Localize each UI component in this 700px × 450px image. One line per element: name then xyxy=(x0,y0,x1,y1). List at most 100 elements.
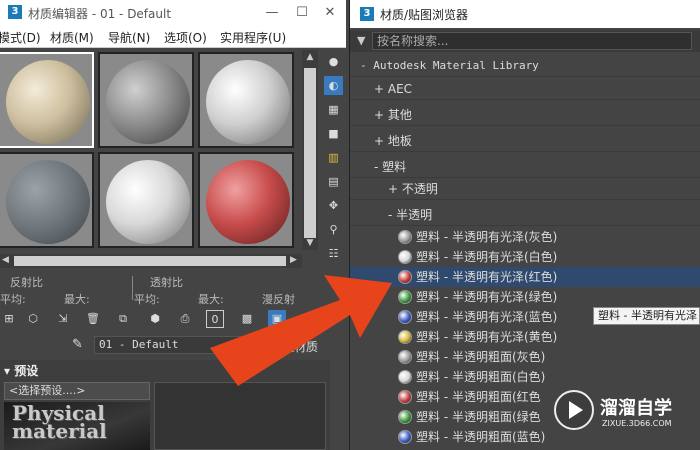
material-slot[interactable] xyxy=(0,152,94,248)
group-other[interactable]: + 其他 xyxy=(350,104,700,126)
assign-to-selection-icon[interactable]: ⇲ xyxy=(54,310,72,328)
material-id-channel-icon[interactable]: ⎙ xyxy=(176,310,194,328)
get-material-icon[interactable]: ⊞ xyxy=(0,310,18,328)
minimize-icon[interactable]: — xyxy=(260,3,284,23)
watermark-logo-icon xyxy=(554,390,594,430)
scroll-right-icon[interactable]: ▶ xyxy=(290,255,297,265)
material-sphere-icon xyxy=(398,390,412,404)
menu-mode[interactable]: 模式(D) xyxy=(0,29,41,46)
material-id-button[interactable]: 0 xyxy=(206,310,224,328)
close-icon[interactable]: ✕ xyxy=(318,3,342,23)
material-item[interactable]: 塑料 - 半透明有光泽(黄色) xyxy=(350,327,700,347)
reflect-transmit-params: 反射比 透射比 平均: 最大: 平均: 最大: 漫反射 xyxy=(0,272,346,306)
group-floor[interactable]: + 地板 xyxy=(350,130,700,152)
material-item-label: 塑料 - 半透明粗面(红色 xyxy=(416,390,541,404)
material-item[interactable]: 塑料 - 半透明有光泽(绿色) xyxy=(350,287,700,307)
background-pattern-icon[interactable]: ▦ xyxy=(324,100,343,119)
select-by-material-icon[interactable]: ⚲ xyxy=(324,220,343,239)
material-item[interactable]: 塑料 - 半透明有光泽(灰色) xyxy=(350,227,700,247)
material-slot[interactable] xyxy=(0,52,94,148)
thumbnail-logo: Physical material xyxy=(12,402,107,443)
show-shaded-map-icon[interactable]: ▩ xyxy=(238,310,256,328)
transmit-label: 透射比 xyxy=(150,276,183,289)
material-item-label: 塑料 - 半透明粗面(绿色 xyxy=(416,410,541,424)
group-label: + AEC xyxy=(374,82,413,96)
reflect-label: 反射比 xyxy=(10,276,43,289)
material-slots xyxy=(0,50,300,250)
browser-search-row: ▼ 按名称搜索... xyxy=(350,30,700,52)
material-item-label: 塑料 - 半透明有光泽(蓝色) xyxy=(416,310,558,324)
material-slot[interactable] xyxy=(98,152,194,248)
material-editor-window: 3 材质编辑器 - 01 - Default — ☐ ✕ 模式(D) 材质(M)… xyxy=(0,0,346,450)
material-sphere-icon xyxy=(398,250,412,264)
watermark-text: 溜溜自学 xyxy=(600,398,672,419)
slots-vertical-scrollbar[interactable]: ▲ ▼ xyxy=(302,50,318,250)
menu-navigation[interactable]: 导航(N) xyxy=(108,29,150,46)
watermark: 溜溜自学 ZIXUE.3D66.COM xyxy=(540,382,700,444)
subgroup-label: - 半透明 xyxy=(388,208,433,222)
material-item-label: 塑料 - 半透明粗面(白色) xyxy=(416,370,546,384)
material-item[interactable]: 塑料 - 半透明有光泽(红色) xyxy=(350,267,700,287)
slots-horizontal-scrollbar[interactable]: ◀ ▶ xyxy=(0,254,302,268)
material-item[interactable]: 塑料 - 半透明粗面(灰色) xyxy=(350,347,700,367)
scroll-left-icon[interactable]: ◀ xyxy=(2,255,9,265)
library-label: - Autodesk Material Library xyxy=(360,59,539,72)
browser-options-icon[interactable]: ▼ xyxy=(357,34,365,47)
presets-header[interactable]: ▾ 预设 xyxy=(4,362,38,379)
watermark-url: ZIXUE.3D66.COM xyxy=(602,419,672,428)
sphere-preview xyxy=(206,160,290,244)
subgroup-label: + 不透明 xyxy=(388,182,438,196)
presets-title: 预设 xyxy=(14,364,39,378)
material-sphere-icon xyxy=(398,410,412,424)
side-toolbar: ● ◐ ▦ ■ ▥ ▤ ✥ ⚲ ☷ xyxy=(321,50,346,270)
material-sphere-icon xyxy=(398,430,412,444)
browser-title: 材质/贴图浏览器 xyxy=(380,8,469,22)
item-tooltip: 塑料 - 半透明有光泽 xyxy=(593,307,700,325)
group-aec[interactable]: + AEC xyxy=(350,78,700,100)
menu-options[interactable]: 选项(O) xyxy=(164,29,207,46)
material-item-label: 塑料 - 半透明有光泽(白色) xyxy=(416,250,558,264)
material-slot[interactable] xyxy=(98,52,194,148)
sphere-preview xyxy=(6,60,90,144)
preset-dropdown[interactable]: <选择预设....> xyxy=(4,382,150,400)
scroll-down-icon[interactable]: ▼ xyxy=(304,238,316,250)
maximize-icon[interactable]: ☐ xyxy=(290,3,314,23)
material-slot[interactable] xyxy=(198,52,294,148)
reset-map-icon[interactable]: 🗑 xyxy=(84,310,102,328)
library-autodesk[interactable]: - Autodesk Material Library xyxy=(350,55,700,77)
material-map-navigator-icon[interactable]: ☷ xyxy=(324,244,343,263)
editor-title: 材质编辑器 - 01 - Default xyxy=(28,7,172,21)
scroll-thumb[interactable] xyxy=(304,68,316,238)
transmit-avg-label: 平均: xyxy=(134,293,160,306)
material-slot[interactable] xyxy=(198,152,294,248)
material-type-button[interactable]: 理材质 xyxy=(282,338,318,355)
search-input[interactable]: 按名称搜索... xyxy=(372,32,692,50)
show-end-result-icon[interactable]: ▣ xyxy=(268,310,286,328)
group-plastic[interactable]: - 塑料 xyxy=(350,156,700,178)
scroll-thumb[interactable] xyxy=(14,256,286,266)
subgroup-opaque[interactable]: + 不透明 xyxy=(350,178,700,200)
color-check-icon[interactable]: ▥ xyxy=(324,148,343,167)
params-divider xyxy=(132,276,133,300)
uv-tiling-icon[interactable]: ■ xyxy=(324,124,343,143)
put-to-library-icon[interactable]: ⬢ xyxy=(146,310,164,328)
menu-utilities[interactable]: 实用程序(U) xyxy=(220,29,286,46)
make-preview-icon[interactable]: ▤ xyxy=(324,172,343,191)
subgroup-translucent[interactable]: - 半透明 xyxy=(350,204,700,226)
scroll-up-icon[interactable]: ▲ xyxy=(304,52,316,64)
options-icon[interactable]: ✥ xyxy=(324,196,343,215)
preset-list[interactable] xyxy=(154,382,326,450)
make-unique-icon[interactable]: ⧉ xyxy=(114,310,132,328)
material-name-field[interactable]: 01 - Default xyxy=(94,336,284,354)
material-item-label: 塑料 - 半透明有光泽(黄色) xyxy=(416,330,558,344)
put-to-scene-icon[interactable]: ⬡ xyxy=(24,310,42,328)
reflect-avg-label: 平均: xyxy=(0,293,26,306)
material-name-row: ✎ 01 - Default 理材质 xyxy=(0,336,346,356)
menu-material[interactable]: 材质(M) xyxy=(50,29,94,46)
material-item-label: 塑料 - 半透明有光泽(绿色) xyxy=(416,290,558,304)
sample-type-icon[interactable]: ● xyxy=(324,52,343,71)
material-item[interactable]: 塑料 - 半透明有光泽(白色) xyxy=(350,247,700,267)
pick-material-icon[interactable]: ✎ xyxy=(72,337,83,352)
material-sphere-icon xyxy=(398,310,412,324)
backlight-icon[interactable]: ◐ xyxy=(324,76,343,95)
